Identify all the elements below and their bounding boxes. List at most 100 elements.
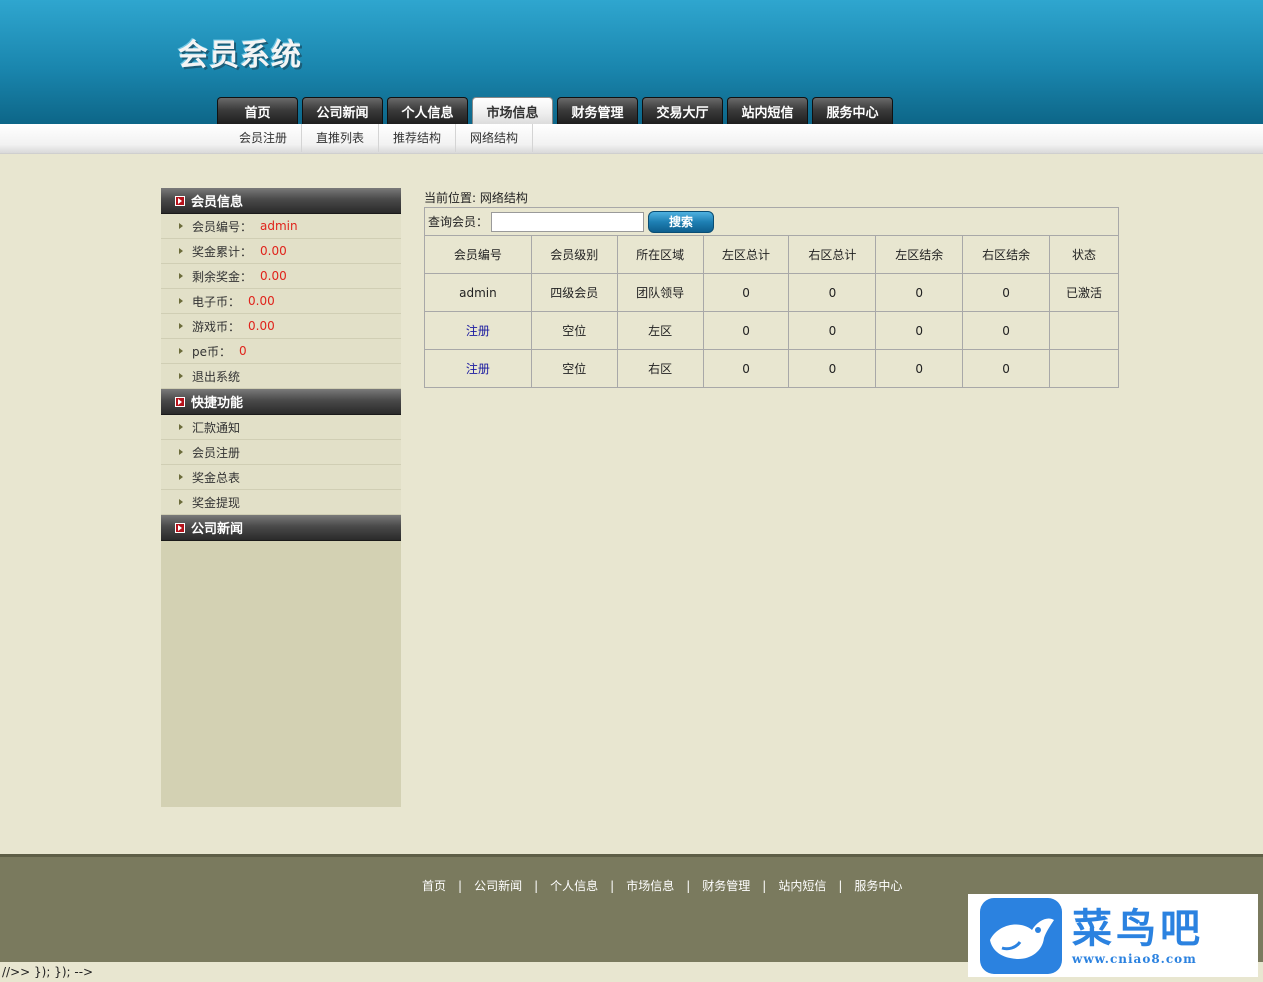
- cell-right-balance: 0: [962, 349, 1051, 388]
- cell-left-balance: 0: [875, 349, 964, 388]
- search-bar: 查询会员： 搜索: [424, 207, 1119, 235]
- tab-service-center[interactable]: 服务中心: [812, 97, 893, 124]
- main-content: 当前位置: 网络结构 查询会员： 搜索 会员编号 会员级别 所在区域 左区总计 …: [424, 190, 1119, 388]
- footer-separator: |: [610, 878, 615, 893]
- register-link[interactable]: 注册: [466, 324, 490, 338]
- table-header-row: 会员编号 会员级别 所在区域 左区总计 右区总计 左区结余 右区结余 状态: [424, 235, 1119, 274]
- sidebar-header-label: 公司新闻: [191, 522, 244, 537]
- tab-market-info[interactable]: 市场信息: [472, 97, 553, 124]
- table-row: 注册 空位 左区 0 0 0 0: [424, 311, 1119, 350]
- sidebar-item-bonus-summary[interactable]: 奖金总表: [161, 465, 401, 490]
- breadcrumb: 当前位置: 网络结构: [424, 191, 528, 205]
- cell-left-balance: 0: [875, 273, 964, 312]
- subnav-member-register[interactable]: 会员注册: [225, 124, 303, 152]
- tab-personal-info[interactable]: 个人信息: [387, 97, 468, 124]
- col-header: 左区总计: [702, 235, 790, 274]
- bullet-arrow-icon: [179, 273, 183, 279]
- network-table: 会员编号 会员级别 所在区域 左区总计 右区总计 左区结余 右区结余 状态 ad…: [424, 235, 1119, 388]
- logout-label: 退出系统: [192, 369, 241, 384]
- tab-company-news[interactable]: 公司新闻: [302, 97, 383, 124]
- cell-member-id: admin: [424, 273, 532, 312]
- tab-trading-hall[interactable]: 交易大厅: [642, 97, 723, 124]
- cell-level: 空位: [530, 349, 618, 388]
- footer-link-personal-info[interactable]: 个人信息: [550, 877, 598, 894]
- item-label: 奖金总表: [192, 470, 241, 485]
- sidebar-header-quick-functions: 快捷功能: [161, 389, 401, 415]
- row-label: 游戏币：: [192, 319, 241, 334]
- col-header: 状态: [1049, 235, 1119, 274]
- subnav-direct-list[interactable]: 直推列表: [302, 124, 380, 152]
- sidebar-row-pe-currency: pe币： 0: [161, 339, 401, 364]
- row-value: 0.00: [260, 244, 287, 258]
- tab-messages[interactable]: 站内短信: [727, 97, 808, 124]
- main-nav: 首页 公司新闻 个人信息 市场信息 财务管理 交易大厅 站内短信 服务中心: [217, 97, 897, 124]
- sidebar-row-e-currency: 电子币： 0.00: [161, 289, 401, 314]
- footer-separator: |: [838, 878, 843, 893]
- footer-separator: |: [686, 878, 691, 893]
- sidebar-row-member-id: 会员编号： admin: [161, 214, 401, 239]
- footer-link-finance[interactable]: 财务管理: [702, 877, 750, 894]
- footer-separator: |: [458, 878, 463, 893]
- cell-right-balance: 0: [962, 273, 1051, 312]
- sidebar-item-member-register[interactable]: 会员注册: [161, 440, 401, 465]
- bullet-arrow-icon: [179, 348, 183, 354]
- cell-level: 空位: [530, 311, 618, 350]
- sidebar-logout-link[interactable]: 退出系统: [161, 364, 401, 389]
- item-label: 会员注册: [192, 445, 241, 460]
- item-label: 奖金提现: [192, 495, 241, 510]
- cell-status: [1049, 311, 1119, 350]
- row-label: 奖金累计：: [192, 244, 253, 259]
- subnav-referral-structure[interactable]: 推荐结构: [379, 124, 457, 152]
- sidebar-item-bonus-withdraw[interactable]: 奖金提现: [161, 490, 401, 515]
- section-arrow-icon: [175, 195, 185, 206]
- cell-left-total: 0: [702, 311, 790, 350]
- footer-link-market-info[interactable]: 市场信息: [626, 877, 674, 894]
- search-button[interactable]: 搜索: [648, 210, 715, 233]
- app-logo: 会员系统: [178, 38, 302, 73]
- register-link[interactable]: 注册: [466, 362, 490, 376]
- watermark-brand: 菜鸟吧: [1072, 904, 1204, 952]
- row-value: 0.00: [260, 269, 287, 283]
- cell-member-id: 注册: [424, 311, 532, 350]
- cell-left-total: 0: [702, 349, 790, 388]
- bullet-arrow-icon: [179, 373, 183, 379]
- table-row: admin 四级会员 团队领导 0 0 0 0 已激活: [424, 273, 1119, 312]
- cell-area: 左区: [616, 311, 704, 350]
- bullet-arrow-icon: [179, 424, 183, 430]
- watermark: 菜鸟吧 www.cniao8.com: [968, 894, 1258, 977]
- sub-nav: 会员注册 直推列表 推荐结构 网络结构: [0, 124, 1263, 154]
- row-label: 剩余奖金：: [192, 269, 253, 284]
- tab-finance[interactable]: 财务管理: [557, 97, 638, 124]
- footer-separator: |: [534, 878, 539, 893]
- sidebar-header-company-news: 公司新闻: [161, 515, 401, 541]
- subnav-network-structure[interactable]: 网络结构: [456, 124, 534, 152]
- sidebar-row-bonus-total: 奖金累计： 0.00: [161, 239, 401, 264]
- member-search-input[interactable]: [491, 211, 645, 232]
- sidebar-item-remittance-notice[interactable]: 汇款通知: [161, 415, 401, 440]
- watermark-url: www.cniao8.com: [1072, 951, 1197, 966]
- footer-link-home[interactable]: 首页: [422, 877, 446, 894]
- search-label: 查询会员：: [428, 215, 489, 229]
- section-arrow-icon: [175, 396, 185, 407]
- footer-link-messages[interactable]: 站内短信: [778, 877, 826, 894]
- col-header: 所在区域: [616, 235, 704, 274]
- bullet-arrow-icon: [179, 323, 183, 329]
- table-row: 注册 空位 右区 0 0 0 0: [424, 349, 1119, 388]
- footer-link-service-center[interactable]: 服务中心: [854, 877, 902, 894]
- footer-separator: |: [762, 878, 767, 893]
- sidebar-header-label: 会员信息: [191, 195, 244, 210]
- cell-right-balance: 0: [962, 311, 1051, 350]
- item-label: 汇款通知: [192, 420, 241, 435]
- footer-link-company-news[interactable]: 公司新闻: [474, 877, 522, 894]
- bullet-arrow-icon: [179, 499, 183, 505]
- footer-links: 首页 | 公司新闻 | 个人信息 | 市场信息 | 财务管理 | 站内短信 | …: [422, 877, 902, 894]
- cell-level: 四级会员: [530, 273, 618, 312]
- col-header: 右区总计: [788, 235, 877, 274]
- cell-area: 右区: [616, 349, 704, 388]
- sidebar-header-member-info: 会员信息: [161, 188, 401, 214]
- cell-status: [1049, 349, 1119, 388]
- row-value: admin: [260, 219, 298, 233]
- bullet-arrow-icon: [179, 298, 183, 304]
- bullet-arrow-icon: [179, 223, 183, 229]
- tab-home[interactable]: 首页: [217, 97, 298, 124]
